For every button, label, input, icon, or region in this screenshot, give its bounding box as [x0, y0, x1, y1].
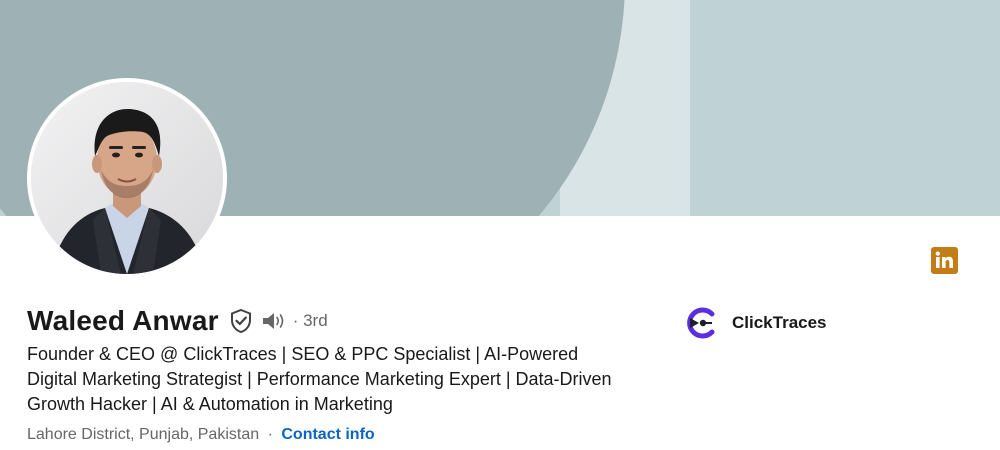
verified-shield-icon[interactable]: [229, 308, 253, 334]
avatar-photo-svg: [31, 82, 223, 274]
linkedin-icon-glyph: [935, 251, 953, 268]
speaker-icon[interactable]: [261, 310, 289, 332]
clicktraces-logo-icon: [686, 307, 718, 339]
contact-info-link[interactable]: Contact info: [281, 426, 374, 443]
banner-right-panel: [690, 0, 1000, 216]
profile-headline: Founder & CEO @ ClickTraces | SEO & PPC …: [27, 344, 612, 414]
location-separator: ·: [267, 426, 273, 443]
profile-location: Lahore District, Punjab, Pakistan: [27, 426, 260, 443]
company-name: ClickTraces: [732, 313, 827, 332]
connection-degree: · 3rd: [292, 311, 328, 330]
profile-avatar[interactable]: [27, 78, 227, 278]
name-row: Waleed Anwar · 3rd: [27, 302, 328, 340]
avatar-photo: [31, 82, 223, 274]
location-row: Lahore District, Punjab, Pakistan · Cont…: [27, 426, 375, 444]
current-company[interactable]: ClickTraces: [686, 306, 827, 340]
profile-name: Waleed Anwar: [27, 305, 219, 336]
linkedin-icon[interactable]: [931, 247, 958, 274]
